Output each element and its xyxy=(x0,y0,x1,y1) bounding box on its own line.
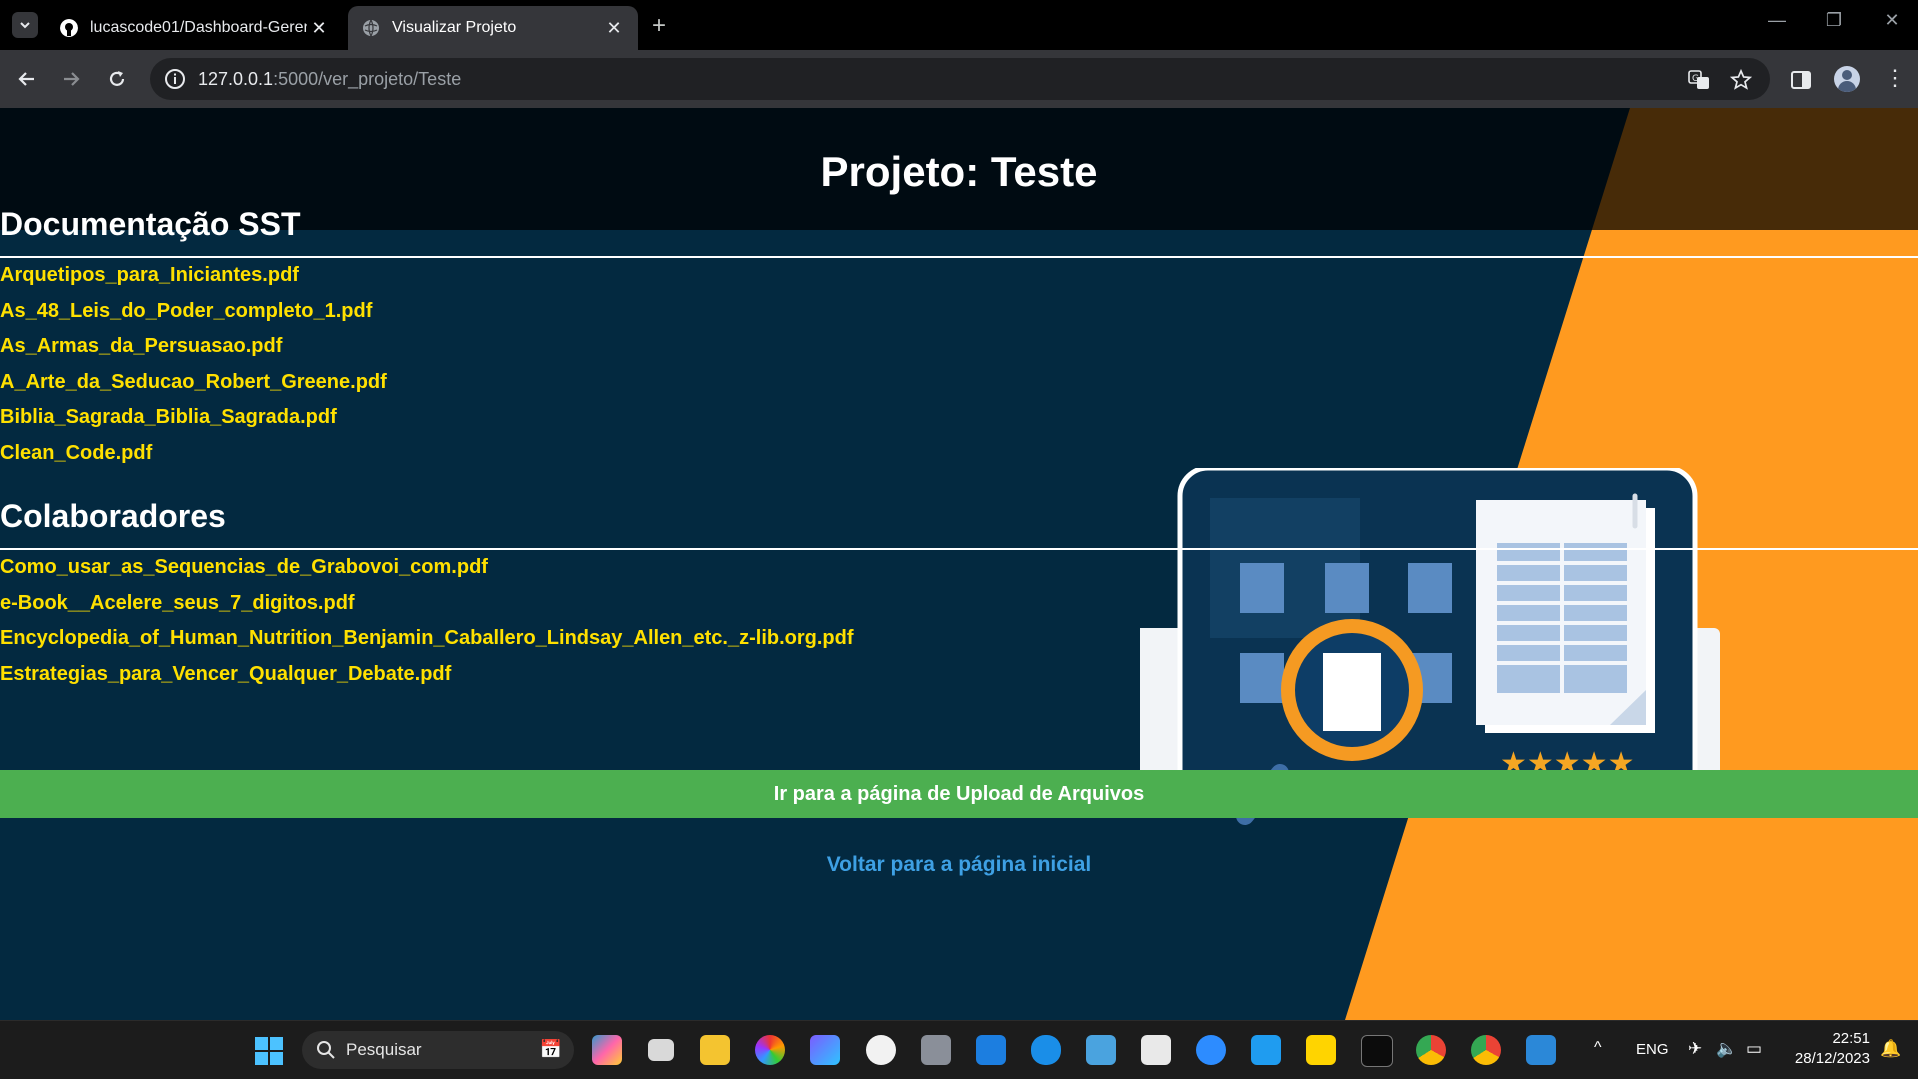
tab-search-button[interactable] xyxy=(12,12,38,38)
tab-visualizar-projeto[interactable]: Visualizar Projeto ✕ xyxy=(348,6,638,50)
file-link[interactable]: Como_usar_as_Sequencias_de_Grabovoi_com.… xyxy=(0,550,854,586)
task-view-icon[interactable] xyxy=(648,1039,674,1061)
new-tab-button[interactable]: + xyxy=(652,12,666,40)
camera-icon[interactable] xyxy=(921,1035,951,1065)
tab-strip: lucascode01/Dashboard-Gerenc ✕ Visualiza… xyxy=(0,0,1918,50)
url-host: 127.0.0.1 xyxy=(198,68,274,89)
reload-button[interactable] xyxy=(104,66,130,92)
trello-icon[interactable] xyxy=(976,1035,1006,1065)
control-panel-icon[interactable] xyxy=(1086,1035,1116,1065)
file-link[interactable]: As_48_Leis_do_Poder_completo_1.pdf xyxy=(0,294,387,330)
minimize-icon[interactable]: — xyxy=(1765,10,1789,31)
github-icon xyxy=(60,19,78,37)
clock-app-icon[interactable] xyxy=(866,1035,896,1065)
reload-icon xyxy=(109,71,125,86)
system-clock[interactable]: 22:51 28/12/2023 xyxy=(1760,1029,1870,1069)
file-link[interactable]: Encyclopedia_of_Human_Nutrition_Benjamin… xyxy=(0,621,854,657)
file-link[interactable]: Clean_Code.pdf xyxy=(0,436,387,472)
document-search-illustration: ★★★★★ xyxy=(1140,468,1720,825)
close-tab-icon[interactable]: ✕ xyxy=(307,16,331,40)
tab-title: lucascode01/Dashboard-Gerenc xyxy=(90,19,307,36)
page-viewport: ★★★★★ Projeto: Teste Documentação SST Ar… xyxy=(0,108,1918,1020)
calendar-highlight-icon: 📅 xyxy=(539,1039,562,1059)
chrome-profile-icon[interactable] xyxy=(1471,1035,1501,1065)
chrome-icon[interactable] xyxy=(1416,1035,1446,1065)
windows-start-icon[interactable] xyxy=(254,1036,284,1066)
file-link[interactable]: Estrategias_para_Vencer_Qualquer_Debate.… xyxy=(0,657,854,693)
menu-kebab-icon[interactable]: ⋮ xyxy=(1884,63,1906,93)
language-indicator[interactable]: ENG xyxy=(1636,1041,1669,1058)
terminal-icon[interactable] xyxy=(1361,1035,1393,1067)
vscode-icon[interactable] xyxy=(1251,1035,1281,1065)
file-link[interactable]: Arquetipos_para_Iniciantes.pdf xyxy=(0,258,387,294)
globe-icon xyxy=(363,19,379,37)
sticky-notes-icon[interactable] xyxy=(1306,1035,1336,1065)
chevron-down-icon xyxy=(20,22,30,29)
tab-github[interactable]: lucascode01/Dashboard-Gerenc ✕ xyxy=(46,6,343,50)
photos-icon[interactable] xyxy=(1526,1035,1556,1065)
file-link[interactable]: Biblia_Sagrada_Biblia_Sagrada.pdf xyxy=(0,400,387,436)
notification-bell-icon[interactable]: 🔔 xyxy=(1880,1039,1901,1059)
profile-avatar[interactable] xyxy=(1834,66,1860,92)
clock-time: 22:51 xyxy=(1832,1030,1870,1047)
onedrive-icon[interactable] xyxy=(1031,1035,1061,1065)
search-placeholder: Pesquisar xyxy=(346,1040,422,1059)
address-bar[interactable]: 127.0.0.1:5000/ver_projeto/Teste xyxy=(150,58,1770,100)
svg-text:G: G xyxy=(1692,74,1699,84)
url-path: :5000/ver_projeto/Teste xyxy=(273,68,462,89)
zoom-icon[interactable] xyxy=(1196,1035,1226,1065)
volume-icon[interactable]: 🔈 xyxy=(1716,1039,1737,1059)
translate-icon[interactable]: G xyxy=(1688,69,1710,91)
color-app-icon[interactable] xyxy=(755,1035,785,1065)
side-panel-icon[interactable] xyxy=(1790,69,1812,91)
arrow-right-icon xyxy=(64,72,80,86)
info-icon[interactable] xyxy=(164,68,186,90)
page-title: Projeto: Teste xyxy=(820,148,1098,195)
arrow-left-icon xyxy=(18,72,34,86)
upload-page-button[interactable]: Ir para a página de Upload de Arquivos xyxy=(0,770,1918,818)
edge-dev-icon[interactable] xyxy=(810,1035,840,1065)
file-link[interactable]: A_Arte_da_Seducao_Robert_Greene.pdf xyxy=(0,365,387,401)
show-hidden-icons[interactable]: ^ xyxy=(1594,1039,1602,1057)
file-list-documentacao: Arquetipos_para_Iniciantes.pdf As_48_Lei… xyxy=(0,258,387,471)
taskbar: Pesquisar 📅 ^ ENG ✈ 🔈 ▭ 22:51 28/12/2023… xyxy=(0,1020,1918,1079)
bookmark-star-icon[interactable] xyxy=(1730,69,1752,91)
back-button[interactable] xyxy=(14,66,40,92)
tab-title: Visualizar Projeto xyxy=(392,19,517,36)
section-title-documentacao: Documentação SST xyxy=(0,206,301,242)
copilot-icon[interactable] xyxy=(592,1035,622,1065)
file-explorer-icon[interactable] xyxy=(700,1035,730,1065)
clock-date: 28/12/2023 xyxy=(1794,1050,1870,1067)
restore-icon[interactable]: ❐ xyxy=(1822,10,1846,31)
snipping-tool-icon[interactable] xyxy=(1141,1035,1171,1065)
section-title-colaboradores: Colaboradores xyxy=(0,498,226,534)
airplane-mode-icon[interactable]: ✈ xyxy=(1688,1039,1702,1059)
close-window-icon[interactable]: ✕ xyxy=(1880,10,1904,31)
browser-toolbar: 127.0.0.1:5000/ver_projeto/Teste G ⋮ xyxy=(0,50,1918,108)
file-link[interactable]: e-Book__Acelere_seus_7_digitos.pdf xyxy=(0,586,854,622)
forward-button[interactable] xyxy=(58,66,84,92)
taskbar-search[interactable]: Pesquisar 📅 xyxy=(302,1031,574,1069)
back-home-link[interactable]: Voltar para a página inicial xyxy=(827,853,1092,876)
file-link[interactable]: As_Armas_da_Persuasao.pdf xyxy=(0,329,387,365)
file-list-colaboradores: Como_usar_as_Sequencias_de_Grabovoi_com.… xyxy=(0,550,854,692)
close-tab-icon[interactable]: ✕ xyxy=(602,16,626,40)
home-link: Voltar para a página inicial xyxy=(0,853,1918,877)
search-icon xyxy=(317,1041,335,1059)
url-text: 127.0.0.1:5000/ver_projeto/Teste xyxy=(198,69,461,90)
